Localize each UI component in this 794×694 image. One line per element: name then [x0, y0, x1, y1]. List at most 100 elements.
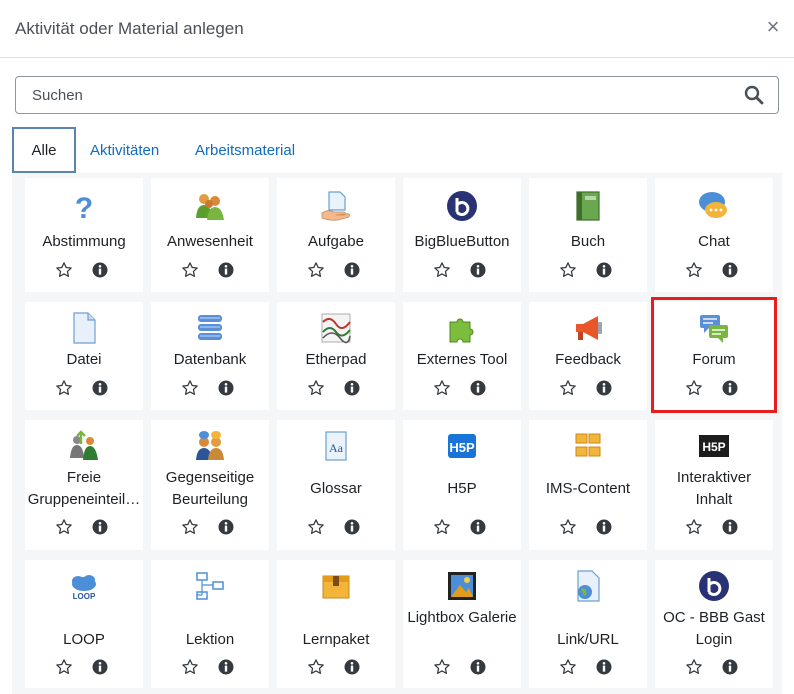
- module-name[interactable]: Forum: [657, 349, 771, 371]
- module-name[interactable]: Chat: [657, 231, 771, 253]
- module-tile[interactable]: Buch: [529, 178, 647, 292]
- info-icon[interactable]: [722, 659, 738, 675]
- info-icon[interactable]: [596, 262, 612, 278]
- info-icon[interactable]: [470, 659, 486, 675]
- module-tile[interactable]: Datenbank: [151, 302, 269, 410]
- star-icon[interactable]: [181, 379, 199, 397]
- group-choice-icon[interactable]: [68, 430, 100, 462]
- assignment-hand-icon[interactable]: [320, 190, 352, 222]
- star-icon[interactable]: [433, 379, 451, 397]
- star-icon[interactable]: [307, 261, 325, 279]
- module-name[interactable]: Abstimmung: [27, 231, 141, 253]
- info-icon[interactable]: [722, 262, 738, 278]
- module-tile[interactable]: Freie Gruppeneinteil…: [25, 420, 143, 550]
- module-tile[interactable]: Anwesenheit: [151, 178, 269, 292]
- module-name[interactable]: Datei: [27, 349, 141, 371]
- puzzle-icon[interactable]: [446, 312, 478, 344]
- module-tile[interactable]: Lightbox Galerie: [403, 560, 521, 688]
- module-tile[interactable]: Chat: [655, 178, 773, 292]
- h5p-icon[interactable]: H5P: [446, 430, 478, 462]
- module-name[interactable]: Lernpaket: [279, 629, 393, 651]
- star-icon[interactable]: [433, 261, 451, 279]
- module-name[interactable]: Aufgabe: [279, 231, 393, 253]
- module-name[interactable]: Gegenseitige Beurteilung: [153, 467, 267, 511]
- info-icon[interactable]: [218, 659, 234, 675]
- star-icon[interactable]: [559, 518, 577, 536]
- module-name[interactable]: Etherpad: [279, 349, 393, 371]
- module-tile[interactable]: Aa Glossar: [277, 420, 395, 550]
- star-icon[interactable]: [55, 261, 73, 279]
- info-icon[interactable]: [344, 262, 360, 278]
- star-icon[interactable]: [433, 658, 451, 676]
- module-name[interactable]: H5P: [405, 478, 519, 500]
- module-tile[interactable]: LOOP LOOP: [25, 560, 143, 688]
- module-name[interactable]: Anwesenheit: [153, 231, 267, 253]
- lesson-icon[interactable]: [194, 570, 226, 602]
- info-icon[interactable]: [722, 519, 738, 535]
- database-icon[interactable]: [194, 312, 226, 344]
- info-icon[interactable]: [92, 659, 108, 675]
- glossary-icon[interactable]: Aa: [320, 430, 352, 462]
- module-tile[interactable]: BigBlueButton: [403, 178, 521, 292]
- star-icon[interactable]: [559, 379, 577, 397]
- search-icon[interactable]: [744, 85, 764, 105]
- info-icon[interactable]: [470, 262, 486, 278]
- star-icon[interactable]: [307, 658, 325, 676]
- star-icon[interactable]: [181, 261, 199, 279]
- info-icon[interactable]: [470, 380, 486, 396]
- question-icon[interactable]: ?: [68, 190, 100, 222]
- loop-cloud-icon[interactable]: LOOP: [68, 570, 100, 602]
- module-tile[interactable]: Feedback: [529, 302, 647, 410]
- module-tile[interactable]: OC - BBB Gast Login: [655, 560, 773, 688]
- module-name[interactable]: LOOP: [27, 629, 141, 651]
- info-icon[interactable]: [92, 262, 108, 278]
- bigbluebutton-guest-icon[interactable]: [698, 570, 730, 602]
- star-icon[interactable]: [685, 658, 703, 676]
- module-tile[interactable]: Lernpaket: [277, 560, 395, 688]
- module-tile[interactable]: H5P H5P: [403, 420, 521, 550]
- info-icon[interactable]: [596, 519, 612, 535]
- tab-aktivitaeten[interactable]: Aktivitäten: [90, 127, 159, 173]
- forum-bubbles-icon[interactable]: [698, 312, 730, 344]
- module-tile[interactable]: Externes Tool: [403, 302, 521, 410]
- info-icon[interactable]: [596, 380, 612, 396]
- module-tile[interactable]: Forum: [655, 302, 773, 410]
- module-name[interactable]: Link/URL: [531, 629, 645, 651]
- module-name[interactable]: Freie Gruppeneinteil…: [27, 467, 141, 511]
- info-icon[interactable]: [92, 380, 108, 396]
- module-tile[interactable]: Gegenseitige Beurteilung: [151, 420, 269, 550]
- module-name[interactable]: Lightbox Galerie: [405, 607, 519, 629]
- module-name[interactable]: OC - BBB Gast Login: [657, 607, 771, 651]
- star-icon[interactable]: [433, 518, 451, 536]
- tab-alle[interactable]: Alle: [12, 127, 76, 173]
- star-icon[interactable]: [559, 658, 577, 676]
- info-icon[interactable]: [470, 519, 486, 535]
- module-name[interactable]: Interaktiver Inhalt: [657, 467, 771, 511]
- module-tile[interactable]: ? Abstimmung: [25, 178, 143, 292]
- star-icon[interactable]: [55, 518, 73, 536]
- attendance-people-icon[interactable]: [194, 190, 226, 222]
- module-name[interactable]: Datenbank: [153, 349, 267, 371]
- star-icon[interactable]: [181, 518, 199, 536]
- module-tile[interactable]: IMS-Content: [529, 420, 647, 550]
- file-icon[interactable]: [68, 312, 100, 344]
- module-tile[interactable]: Aufgabe: [277, 178, 395, 292]
- info-icon[interactable]: [218, 519, 234, 535]
- ims-boxes-icon[interactable]: [572, 430, 604, 462]
- workshop-icon[interactable]: [194, 430, 226, 462]
- info-icon[interactable]: [218, 262, 234, 278]
- star-icon[interactable]: [55, 658, 73, 676]
- star-icon[interactable]: [685, 379, 703, 397]
- module-name[interactable]: Glossar: [279, 478, 393, 500]
- star-icon[interactable]: [685, 261, 703, 279]
- info-icon[interactable]: [344, 519, 360, 535]
- module-name[interactable]: IMS-Content: [531, 478, 645, 500]
- megaphone-icon[interactable]: [572, 312, 604, 344]
- module-tile[interactable]: Lektion: [151, 560, 269, 688]
- tab-arbeitsmaterial[interactable]: Arbeitsmaterial: [195, 127, 295, 173]
- star-icon[interactable]: [181, 658, 199, 676]
- module-name[interactable]: BigBlueButton: [405, 231, 519, 253]
- info-icon[interactable]: [596, 659, 612, 675]
- book-icon[interactable]: [572, 190, 604, 222]
- info-icon[interactable]: [92, 519, 108, 535]
